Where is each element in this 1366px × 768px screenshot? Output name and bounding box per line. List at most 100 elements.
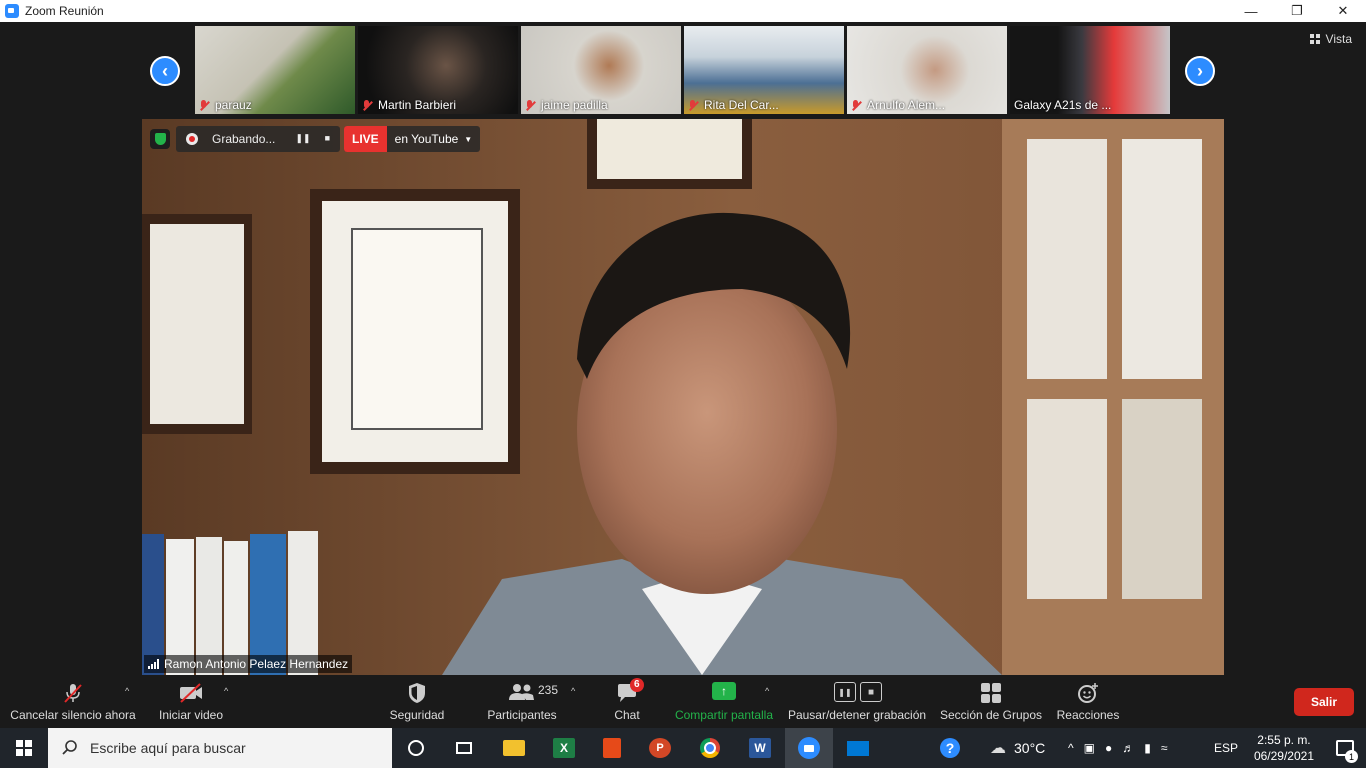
taskbar-powerpoint[interactable]: P xyxy=(636,728,684,768)
recording-dot-icon xyxy=(186,133,198,145)
share-screen-label: Compartir pantalla xyxy=(674,708,774,722)
share-screen-button[interactable]: ↑ Compartir pantalla xyxy=(672,676,776,728)
powerpoint-icon: P xyxy=(649,738,671,758)
pause-icon: ❚❚ xyxy=(834,682,856,702)
tray-overflow-icon[interactable]: ^ xyxy=(1068,741,1074,755)
meet-now-icon[interactable]: ▣ xyxy=(1084,741,1095,755)
participant-tile[interactable]: Galaxy A21s de ... xyxy=(1010,26,1170,114)
language-indicator[interactable]: ESP xyxy=(1214,728,1238,768)
mic-muted-icon xyxy=(362,99,372,111)
participant-name: Galaxy A21s de ... xyxy=(1014,98,1112,112)
word-icon: W xyxy=(749,738,771,758)
minimize-icon[interactable]: — xyxy=(1228,0,1274,22)
participant-name: parauz xyxy=(199,98,252,112)
participant-tile[interactable]: Rita Del Car... xyxy=(684,26,844,114)
unmute-button[interactable]: Cancelar silencio ahora xyxy=(10,676,136,728)
mail-icon xyxy=(847,740,869,756)
chrome-icon xyxy=(700,738,720,758)
participant-tile[interactable]: Martin Barbieri xyxy=(358,26,518,114)
window-title: Zoom Reunión xyxy=(25,4,104,18)
taskbar-file-explorer[interactable] xyxy=(490,728,538,768)
chat-unread-badge: 6 xyxy=(630,678,644,692)
meeting-controls: Cancelar silencio ahora ^ Iniciar video … xyxy=(0,676,1366,728)
active-speaker-video: Grabando... ❚❚ ■ LIVE en YouTube ▼ Ramon… xyxy=(142,119,1224,675)
recording-indicator: Grabando... ❚❚ ■ xyxy=(176,126,340,152)
speaker-name-tag: Ramon Antonio Pelaez Hernandez xyxy=(144,655,353,673)
video-options-caret-icon[interactable]: ^ xyxy=(224,686,228,696)
stop-icon: ■ xyxy=(860,682,882,702)
pause-recording-icon[interactable]: ❚❚ xyxy=(295,133,310,144)
gallery-prev-button[interactable]: ‹ xyxy=(150,56,180,86)
start-video-button[interactable]: Iniciar video xyxy=(156,676,226,728)
pause-stop-recording-button[interactable]: ❚❚ ■ Pausar/detener grabación xyxy=(786,676,928,728)
participants-label: Participantes xyxy=(487,708,557,722)
view-label: Vista xyxy=(1325,32,1352,46)
stop-recording-icon[interactable]: ■ xyxy=(325,133,330,144)
security-button[interactable]: Seguridad xyxy=(386,676,448,728)
battery-icon[interactable]: ▮ xyxy=(1144,741,1151,755)
participant-name: Arnulfo Alem... xyxy=(851,98,945,112)
restore-icon[interactable]: ❐ xyxy=(1274,0,1320,22)
participant-tile[interactable]: Arnulfo Alem... xyxy=(847,26,1007,114)
participant-tile[interactable]: parauz xyxy=(195,26,355,114)
office-icon xyxy=(603,738,621,758)
start-button[interactable] xyxy=(0,728,48,768)
title-bar: Zoom Reunión — ❐ ✕ xyxy=(0,0,1366,22)
share-screen-icon: ↑ xyxy=(712,682,736,700)
reactions-button[interactable]: Reacciones xyxy=(1054,676,1122,728)
taskbar-word[interactable]: W xyxy=(736,728,784,768)
video-off-icon xyxy=(180,683,202,703)
live-target: en YouTube xyxy=(394,132,459,146)
taskbar-clock[interactable]: 2:55 p. m. 06/29/2021 xyxy=(1254,732,1314,764)
start-video-label: Iniciar video xyxy=(158,708,224,722)
weather-widget[interactable]: ☁ 30°C xyxy=(990,728,1045,768)
chat-button[interactable]: 6 Chat xyxy=(606,676,648,728)
clock-date: 06/29/2021 xyxy=(1253,749,1314,763)
live-badge: LIVE xyxy=(344,126,387,152)
cortana-button[interactable] xyxy=(392,728,440,768)
folder-icon xyxy=(503,740,525,756)
excel-icon: X xyxy=(553,738,575,758)
breakout-rooms-button[interactable]: Sección de Grupos xyxy=(936,676,1046,728)
mic-muted-icon xyxy=(851,99,861,111)
livestream-indicator[interactable]: LIVE en YouTube ▼ xyxy=(344,126,481,152)
microphone-icon[interactable]: ● xyxy=(1105,741,1112,755)
mic-muted-icon xyxy=(525,99,535,111)
taskbar-mail[interactable] xyxy=(834,728,882,768)
signal-strength-icon xyxy=(148,659,159,669)
gallery-view-icon xyxy=(1309,34,1320,44)
gallery-next-button[interactable]: › xyxy=(1185,56,1215,86)
mic-muted-icon xyxy=(688,99,698,111)
audio-options-caret-icon[interactable]: ^ xyxy=(125,686,129,696)
share-options-caret-icon[interactable]: ^ xyxy=(765,686,769,696)
reactions-icon xyxy=(1078,683,1098,703)
taskbar-search-box[interactable]: Escribe aquí para buscar xyxy=(48,728,392,768)
leave-meeting-button[interactable]: Salir xyxy=(1294,688,1354,716)
participants-button[interactable]: 235 Participantes xyxy=(484,676,560,728)
weather-temperature: 30°C xyxy=(1014,740,1046,756)
volume-icon[interactable]: ♬ xyxy=(1122,741,1134,755)
participant-tile[interactable]: jaime padilla xyxy=(521,26,681,114)
windows-logo-icon xyxy=(16,740,32,756)
security-shield-icon[interactable] xyxy=(150,129,170,149)
search-placeholder: Escribe aquí para buscar xyxy=(90,740,246,756)
close-icon[interactable]: ✕ xyxy=(1320,0,1366,22)
security-label: Seguridad xyxy=(389,708,445,722)
cloud-icon: ☁ xyxy=(990,740,1006,757)
system-tray: ^ ▣ ● ♬ ▮ ≈ xyxy=(1068,728,1167,768)
wifi-icon[interactable]: ≈ xyxy=(1161,741,1168,755)
taskbar-chrome[interactable] xyxy=(686,728,734,768)
taskbar-excel[interactable]: X xyxy=(540,728,588,768)
taskbar-zoom[interactable] xyxy=(785,728,833,768)
help-icon[interactable]: ? xyxy=(940,728,960,768)
taskbar-office[interactable] xyxy=(588,728,636,768)
task-view-button[interactable] xyxy=(440,728,488,768)
windows-taskbar: Escribe aquí para buscar X P W ? ☁ 30°C … xyxy=(0,728,1366,768)
mic-muted-icon xyxy=(199,99,209,111)
notification-count: 1 xyxy=(1345,750,1358,763)
notification-center-button[interactable]: 1 xyxy=(1336,728,1358,768)
participants-options-caret-icon[interactable]: ^ xyxy=(571,686,575,696)
view-button[interactable]: Vista xyxy=(1309,32,1352,46)
microphone-muted-icon xyxy=(64,684,82,703)
chat-label: Chat xyxy=(614,708,640,722)
